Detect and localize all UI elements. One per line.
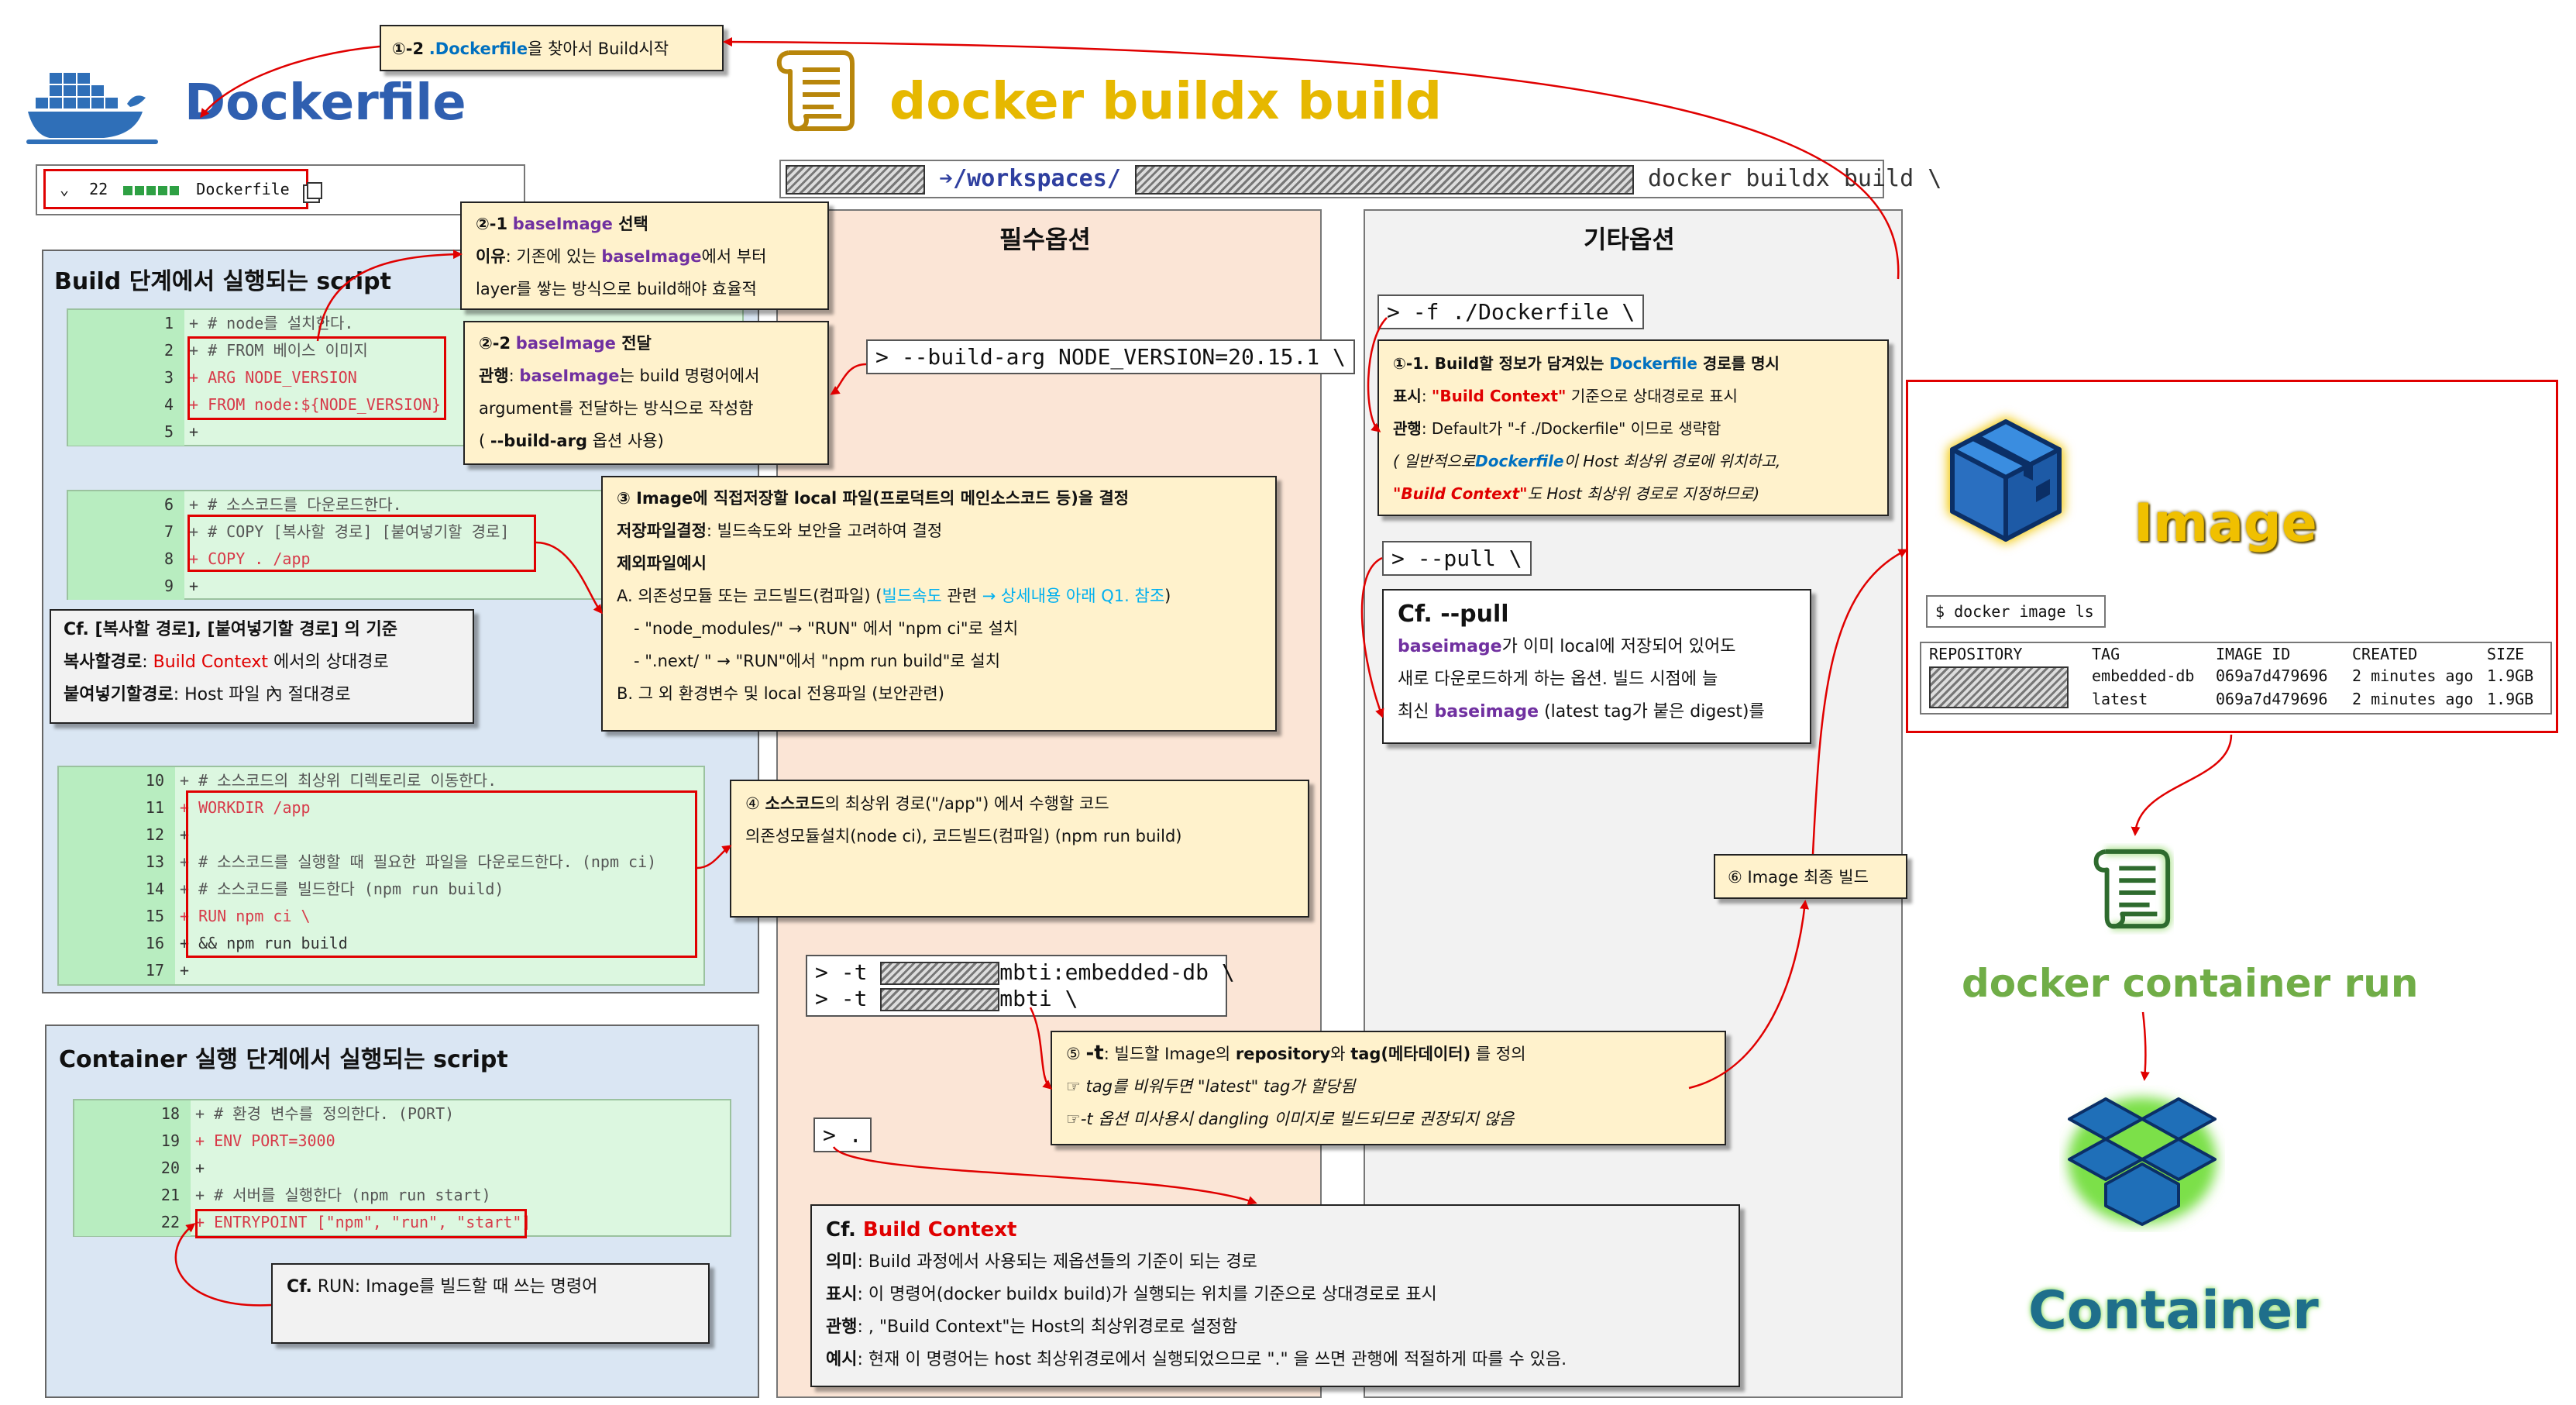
- required-options-title: 필수옵션: [999, 225, 1091, 254]
- image-box-icon: [1932, 403, 2079, 558]
- masked-project: [1134, 164, 1634, 195]
- diff-bar: [123, 185, 181, 195]
- container-title: Container: [2028, 1280, 2319, 1341]
- masked-repo-2: [880, 988, 1000, 1011]
- docker-whale-icon: [26, 57, 158, 150]
- masked-host: [786, 164, 925, 195]
- build-context-option: > .: [813, 1117, 872, 1152]
- build-arg-option: > --build-arg NODE_VERSION=20.15.1 \: [866, 339, 1355, 374]
- chevron-down-icon: ⌄: [60, 180, 70, 198]
- other-options-title: 기타옵션: [1584, 225, 1675, 254]
- buildx-cmd: docker buildx build \: [1648, 165, 1942, 192]
- note-cf-build-context: Cf. Build Context 의미: Build 과정에서 사용되는 제옵…: [810, 1204, 1740, 1387]
- workspaces-path: ➔/workspaces/: [939, 165, 1121, 192]
- container-script-title: Container 실행 단계에서 실행되는 script: [59, 1046, 508, 1073]
- arrow-image-to-run: [2131, 734, 2233, 836]
- file-name: Dockerfile: [196, 180, 290, 198]
- note-cf-pull: Cf. --pull baseimage가 이미 local에 저장되어 있어도…: [1382, 589, 1811, 744]
- note-4-source-root: ④ 소스코드의 최상위 경로("/app") 에서 수행할 코드 의존성모듈설치…: [730, 780, 1309, 918]
- note-6-final-build: ⑥ Image 최종 빌드: [1714, 854, 1907, 899]
- build-script-title: Build 단계에서 실행되는 script: [54, 268, 391, 295]
- image-title: Image: [2134, 493, 2317, 554]
- tag-options: > -t mbti:embedded-db \ > -t mbti \: [806, 955, 1235, 1017]
- image-ls-table: REPOSITORY TAG IMAGE ID CREATED SIZE emb…: [1920, 642, 2552, 715]
- q1-reference-link[interactable]: → 상세내용 아래 Q1. 참조: [982, 587, 1164, 605]
- note-step-1-2: ①-2 .Dockerfile을 찾아서 Build시작: [380, 25, 724, 71]
- note-2-1-baseimage-select: ②-1 baseImage 선택 이유: 기존에 있는 baseImage에서 …: [460, 201, 829, 310]
- image-ls-command: $ docker image ls: [1926, 595, 2106, 628]
- masked-repository: [1929, 666, 2069, 708]
- highlight-entrypoint: [195, 1209, 527, 1238]
- highlight-from: [187, 336, 446, 420]
- run-title: docker container run: [1962, 961, 2419, 1006]
- arrow-run-to-container: [2140, 1011, 2150, 1081]
- highlight-copy: [187, 515, 536, 572]
- container-box-icon: [2059, 1085, 2225, 1232]
- note-cf-copy-paths: Cf. [복사할 경로], [붙여넣기할 경로] 의 기준 복사할경로: Bui…: [50, 609, 474, 724]
- highlight-workdir: [186, 790, 697, 958]
- run-scroll-icon: [2089, 843, 2174, 935]
- note-cf-run: Cf. RUN: Image를 빌드할 때 쓰는 명령어: [271, 1263, 710, 1344]
- masked-repo: [880, 962, 1000, 985]
- buildx-title: docker buildx build: [889, 71, 1443, 131]
- note-3-local-files: ③ Image에 직접저장할 local 파일(프로덕트의 메인소스코드 등)을…: [601, 476, 1277, 732]
- note-5-tag: ⑤ -t: 빌드할 Image의 repository와 tag(메타데이터) …: [1051, 1031, 1726, 1145]
- dockerfile-title: Dockerfile: [184, 74, 466, 132]
- note-1-1-dockerfile-path: ①-1. Build할 정보가 담겨있는 Dockerfile 경로를 명시 표…: [1377, 339, 1889, 516]
- lines-count: 22: [89, 180, 108, 198]
- buildx-command-bar: ➔/workspaces/ docker buildx build \: [779, 160, 1941, 198]
- copy-icon[interactable]: [306, 181, 322, 199]
- dockerfile-file-tab[interactable]: ⌄ 22 Dockerfile: [43, 169, 322, 209]
- scroll-icon: [772, 45, 858, 136]
- note-2-2-baseimage-pass: ②-2 baseImage 전달 관행: baseImage는 build 명령…: [463, 321, 829, 465]
- pull-option: > --pull \: [1382, 541, 1532, 576]
- file-option: > -f ./Dockerfile \: [1377, 294, 1645, 329]
